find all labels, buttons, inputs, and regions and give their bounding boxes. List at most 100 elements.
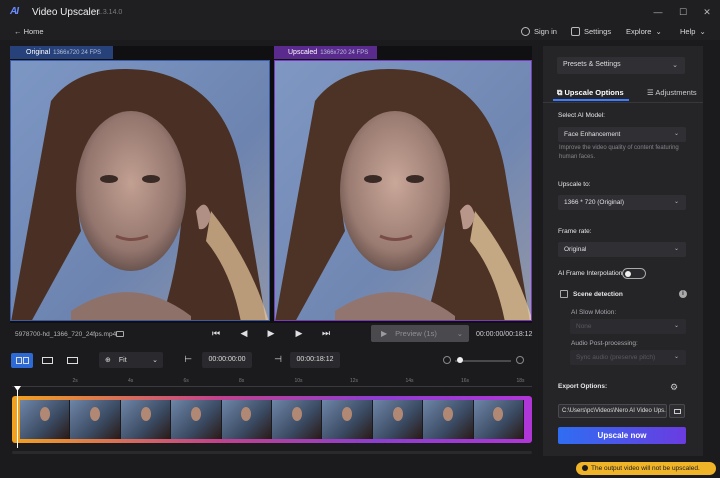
model-select[interactable]: Face Enhancement ⌄ [558, 127, 686, 142]
split-view-icon-right [22, 357, 29, 364]
single-view-icon [41, 357, 53, 364]
folder-icon [674, 409, 681, 414]
slowmo-value: None [576, 323, 592, 330]
skip-start-icon[interactable]: ⏮ [210, 327, 222, 339]
zoom-in-icon[interactable] [516, 356, 524, 364]
play-icon[interactable]: ▶ [265, 327, 277, 339]
audio-select[interactable]: Sync audio (preserve pitch) ⌄ [570, 350, 686, 365]
preview-button[interactable]: ▶ Preview (1s) ⌄ [371, 325, 469, 342]
sign-in-button[interactable]: Sign in [521, 27, 557, 36]
filmstrip-thumbnail [171, 400, 222, 439]
trim-end-icon[interactable]: ⊣ [272, 354, 284, 366]
chevron-down-icon: ⌄ [699, 27, 706, 36]
slider-knob[interactable] [457, 357, 463, 363]
settings-button[interactable]: Settings [571, 27, 611, 36]
model-label: Select AI Model: [558, 112, 605, 119]
browse-folder-button[interactable] [669, 404, 685, 418]
explore-menu[interactable]: Explore ⌄ [626, 27, 662, 36]
trim-start-icon[interactable]: ⊢ [182, 354, 194, 366]
interpolation-toggle[interactable] [622, 268, 646, 279]
upscale-now-button[interactable]: Upscale now [558, 427, 686, 444]
tab-upscale-options[interactable]: ⧉ Upscale Options [553, 84, 629, 101]
timeline-ruler [12, 377, 532, 387]
playhead[interactable] [17, 388, 18, 448]
interpolation-label: AI Frame Interpolation [558, 270, 623, 277]
original-frame [10, 60, 270, 321]
slowmo-select[interactable]: None ⌄ [570, 319, 686, 334]
start-time-field[interactable]: 00:00:00:00 [202, 352, 252, 368]
timeline-tick-label: 14s [405, 378, 414, 384]
filmstrip-thumbnail [473, 400, 525, 439]
zoom-out-icon[interactable] [443, 356, 451, 364]
upscale-select[interactable]: 1366 * 720 (Original) ⌄ [558, 195, 686, 210]
timeline-tick-label: 4s [128, 378, 134, 384]
filmstrip-thumbnail [272, 400, 323, 439]
sign-in-label: Sign in [534, 27, 557, 36]
playback-time: 00:00:00/00:18:12 [476, 331, 533, 338]
play-icon: ▶ [381, 329, 388, 338]
maximize-icon[interactable]: ☐ [677, 6, 689, 18]
next-frame-icon[interactable]: ▶ [293, 327, 305, 339]
user-icon [521, 27, 530, 36]
filmstrip-thumbnail [20, 400, 71, 439]
export-label: Export Options: [558, 383, 608, 390]
prev-frame-icon[interactable]: ◀ [238, 327, 250, 339]
export-path-field[interactable]: C:\Users\pc\Videos\Nero AI Video Ups... [558, 404, 667, 418]
app-title: Video Upscaler [32, 7, 100, 18]
app-version: 1.3.14.0 [97, 9, 123, 16]
tab-adjustments[interactable]: ☰ Adjustments [641, 84, 701, 101]
upscale-label: Upscale to: [558, 181, 591, 188]
chevron-down-icon: ⌄ [673, 323, 679, 329]
minimize-icon[interactable]: — [652, 6, 664, 18]
original-tab: Original 1366x720 24 FPS [10, 46, 113, 59]
info-icon[interactable]: i [679, 290, 687, 298]
end-time-field[interactable]: 00:00:18:12 [290, 352, 340, 368]
app-logo: AI [10, 6, 19, 17]
original-label: Original [26, 49, 51, 56]
help-menu[interactable]: Help ⌄ [680, 27, 706, 36]
chevron-down-icon: ⌄ [672, 62, 678, 69]
upscaled-meta: 1366x720 24 FPS [320, 50, 369, 56]
timeline-tick-label: 12s [350, 378, 359, 384]
timeline-tick-label: 18s [516, 378, 525, 384]
folder-icon[interactable] [116, 331, 124, 337]
audio-value: Sync audio (preserve pitch) [576, 354, 656, 361]
model-value: Face Enhancement [564, 131, 621, 138]
filmstrip-thumbnail [423, 400, 474, 439]
toast-message: The output video will not be upscaled. [591, 465, 700, 472]
presets-label: Presets & Settings [563, 61, 621, 68]
gear-icon [571, 27, 580, 36]
title-bar: AI Video Upscaler 1.3.14.0 — ☐ ✕ [0, 0, 720, 24]
side-by-side-view-button[interactable] [11, 353, 33, 368]
framerate-label: Frame rate: [558, 228, 592, 235]
video-filmstrip[interactable] [12, 396, 532, 443]
chevron-down-icon: ⌄ [673, 131, 679, 137]
chevron-down-icon: ⌄ [673, 246, 679, 252]
close-icon[interactable]: ✕ [701, 6, 713, 18]
upscaled-label: Upscaled [288, 49, 318, 56]
single-view-button[interactable] [36, 353, 58, 368]
split-view-icon [15, 357, 22, 364]
playhead-handle[interactable] [14, 386, 21, 391]
tab-divider [543, 102, 703, 103]
scene-detection-checkbox[interactable] [560, 290, 568, 298]
filmstrip-thumbnail [70, 400, 121, 439]
chevron-down-icon: ⌄ [152, 357, 158, 364]
tab-adjustments-label: Adjustments [655, 88, 697, 97]
nav-bar: ← Home Sign in Settings Explore ⌄ Help ⌄ [0, 24, 720, 40]
compare-view-icon [66, 357, 78, 364]
home-button[interactable]: ← Home [14, 27, 44, 36]
timeline-tick-label: 8s [239, 378, 245, 384]
slowmo-label: AI Slow Motion: [571, 309, 617, 316]
framerate-select[interactable]: Original ⌄ [558, 242, 686, 257]
presets-dropdown[interactable]: Presets & Settings ⌄ [557, 57, 685, 74]
timeline-scrollbar[interactable] [12, 451, 532, 454]
gear-icon[interactable]: ⚙ [670, 382, 680, 392]
zoom-select[interactable]: ⊕ Fit ⌄ [99, 352, 163, 368]
skip-end-icon[interactable]: ⏭ [320, 327, 332, 339]
compare-view-button[interactable] [61, 353, 83, 368]
timeline-zoom-slider[interactable] [455, 360, 511, 362]
filmstrip-thumbnail [372, 400, 424, 439]
framerate-value: Original [564, 246, 587, 253]
preview-label: Preview (1s) [395, 329, 437, 338]
